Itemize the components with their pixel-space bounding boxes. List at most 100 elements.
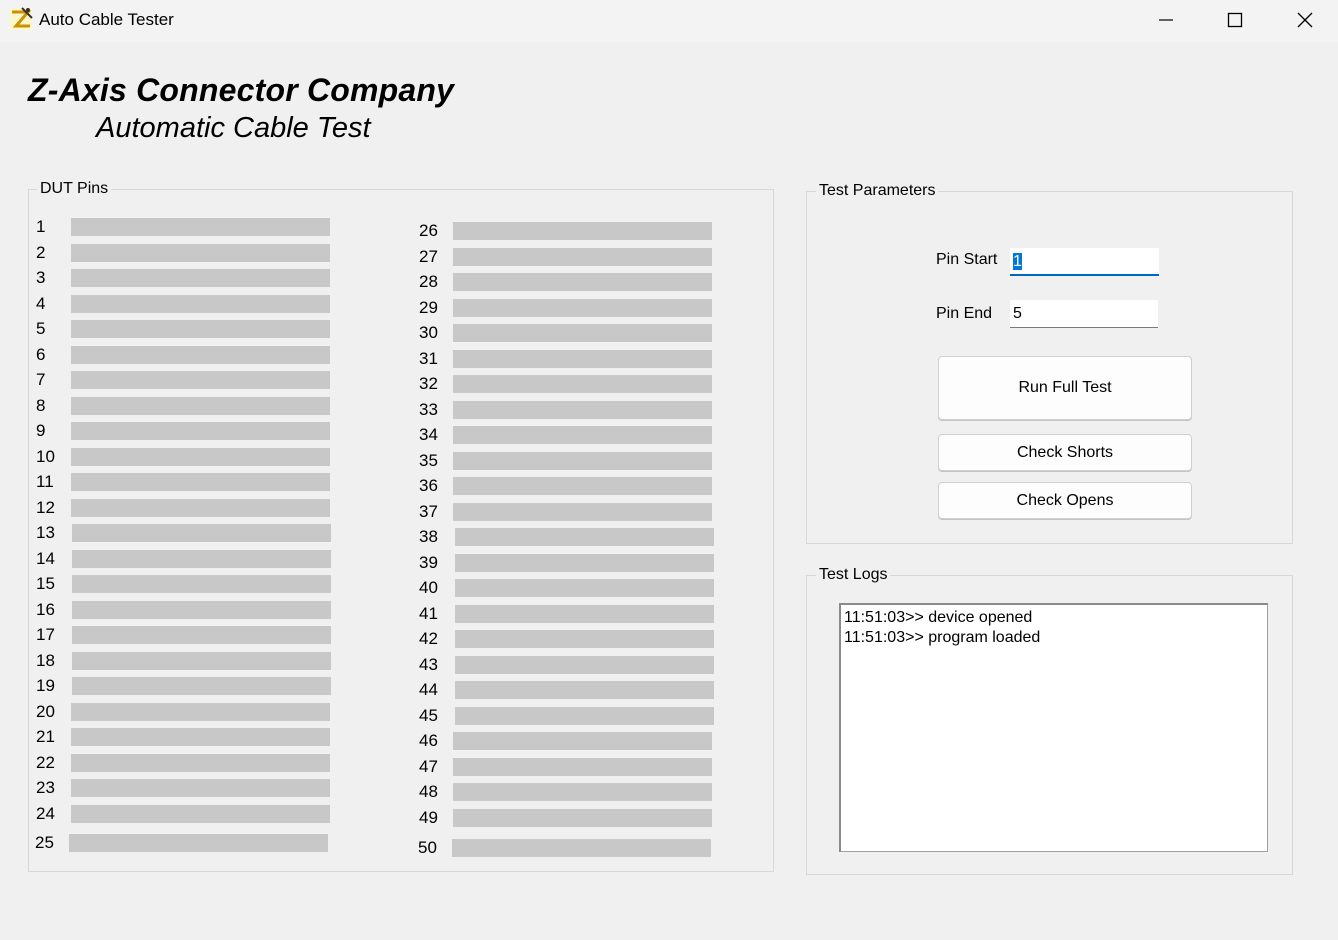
pin-status-bar-32	[453, 375, 712, 393]
pin-label-11: 11	[36, 472, 54, 491]
pin-label-20: 20	[36, 701, 55, 721]
pin-label-41: 41	[419, 603, 438, 623]
pin-status-bar-12	[71, 498, 330, 517]
pin-label-4: 4	[36, 293, 46, 313]
pin-label-15: 15	[36, 574, 55, 593]
pin-status-bar-8	[71, 396, 330, 415]
pin-label-5: 5	[36, 319, 46, 338]
maximize-button[interactable]	[1200, 0, 1270, 40]
title-bar: Auto Cable Tester	[0, 0, 1338, 42]
pin-label-36: 36	[419, 476, 438, 495]
pin-status-bar-24	[71, 804, 330, 823]
pin-label-33: 33	[419, 399, 438, 419]
pin-label-26: 26	[419, 221, 438, 240]
log-line: 11:51:03>> device opened	[844, 609, 1033, 626]
close-button[interactable]	[1270, 0, 1338, 40]
pin-end-value: 5	[1013, 305, 1022, 322]
check-opens-button[interactable]: Check Opens	[938, 482, 1192, 519]
pin-label-21: 21	[36, 727, 55, 746]
pin-status-bar-15	[72, 575, 331, 593]
pin-status-bar-18	[72, 651, 331, 670]
pin-label-44: 44	[419, 680, 438, 699]
pin-status-bar-46	[453, 732, 712, 750]
app-subtitle: Automatic Cable Test	[96, 112, 371, 144]
pin-label-27: 27	[419, 246, 438, 266]
pin-status-bar-30	[453, 324, 712, 342]
pin-status-bar-2	[71, 243, 330, 262]
minimize-icon	[1159, 19, 1173, 21]
pin-label-34: 34	[419, 425, 438, 444]
pin-start-input[interactable]: 1	[1010, 248, 1159, 276]
pin-start-label: Pin Start	[936, 251, 998, 268]
test-parameters-title: Test Parameters	[816, 182, 939, 200]
pin-status-bar-6	[71, 345, 330, 364]
pin-status-bar-44	[455, 681, 714, 699]
pin-status-bar-27	[453, 247, 712, 266]
pin-status-bar-49	[453, 808, 712, 827]
pin-status-bar-31	[453, 349, 712, 368]
pin-label-47: 47	[419, 756, 438, 776]
pin-label-12: 12	[36, 497, 55, 517]
pin-status-bar-41	[455, 604, 714, 623]
pin-label-49: 49	[419, 807, 438, 827]
company-name: Z-Axis Connector Company	[28, 72, 455, 108]
pin-status-bar-43	[455, 655, 714, 674]
pin-label-1: 1	[36, 217, 46, 236]
pin-status-bar-28	[453, 273, 712, 291]
pin-label-46: 46	[419, 731, 438, 750]
pin-end-input[interactable]: 5	[1010, 300, 1158, 328]
pin-status-bar-9	[71, 422, 330, 440]
check-shorts-button[interactable]: Check Shorts	[938, 434, 1192, 471]
pin-status-bar-10	[71, 447, 330, 466]
pin-end-label: Pin End	[936, 305, 993, 322]
pin-status-bar-11	[71, 473, 330, 491]
pin-status-bar-21	[71, 728, 330, 746]
pin-status-bar-23	[71, 779, 330, 797]
pin-status-bar-42	[455, 630, 714, 648]
pin-status-bar-37	[453, 502, 712, 521]
pin-status-bar-33	[453, 400, 712, 419]
pin-label-45: 45	[419, 705, 438, 725]
pin-status-bar-35	[453, 451, 712, 470]
pin-label-31: 31	[419, 348, 438, 368]
close-icon	[1297, 12, 1313, 28]
pin-status-bar-25	[69, 834, 328, 852]
pin-label-32: 32	[419, 374, 438, 393]
minimize-button[interactable]	[1131, 0, 1201, 40]
pin-status-bar-13	[72, 524, 331, 542]
pin-label-42: 42	[419, 629, 438, 648]
pin-status-bar-29	[453, 298, 712, 317]
pin-status-bar-14	[72, 549, 331, 568]
pin-label-19: 19	[36, 676, 55, 695]
pin-status-bar-45	[455, 706, 714, 725]
pin-status-bar-47	[453, 757, 712, 776]
pin-status-bar-48	[453, 783, 712, 801]
pin-label-38: 38	[419, 527, 438, 546]
pin-status-bar-7	[71, 371, 330, 389]
pin-label-37: 37	[419, 501, 438, 521]
pin-label-18: 18	[36, 650, 55, 670]
run-full-test-button[interactable]: Run Full Test	[938, 356, 1192, 420]
z-axis-logo-icon	[8, 6, 34, 32]
pin-status-bar-16	[72, 600, 331, 619]
pin-status-bar-26	[453, 222, 712, 240]
pin-label-43: 43	[419, 654, 438, 674]
pin-status-bar-20	[71, 702, 330, 721]
pin-label-22: 22	[36, 752, 55, 772]
pin-label-29: 29	[419, 297, 438, 317]
pin-status-bar-36	[453, 477, 712, 495]
pin-status-bar-1	[71, 218, 330, 236]
pin-label-8: 8	[36, 395, 46, 415]
pin-label-13: 13	[36, 523, 55, 542]
pin-label-30: 30	[419, 323, 438, 342]
pin-status-bar-5	[71, 320, 330, 338]
test-log-listbox[interactable]: 11:51:03>> device opened 11:51:03>> prog…	[839, 603, 1268, 852]
pin-status-bar-4	[71, 294, 330, 313]
pin-label-6: 6	[36, 344, 46, 364]
pin-status-bar-39	[455, 553, 714, 572]
pin-label-17: 17	[36, 625, 55, 644]
test-logs-title: Test Logs	[816, 566, 891, 584]
log-line: 11:51:03>> program loaded	[844, 629, 1041, 646]
pin-label-9: 9	[36, 421, 46, 440]
window-title: Auto Cable Tester	[39, 10, 174, 29]
